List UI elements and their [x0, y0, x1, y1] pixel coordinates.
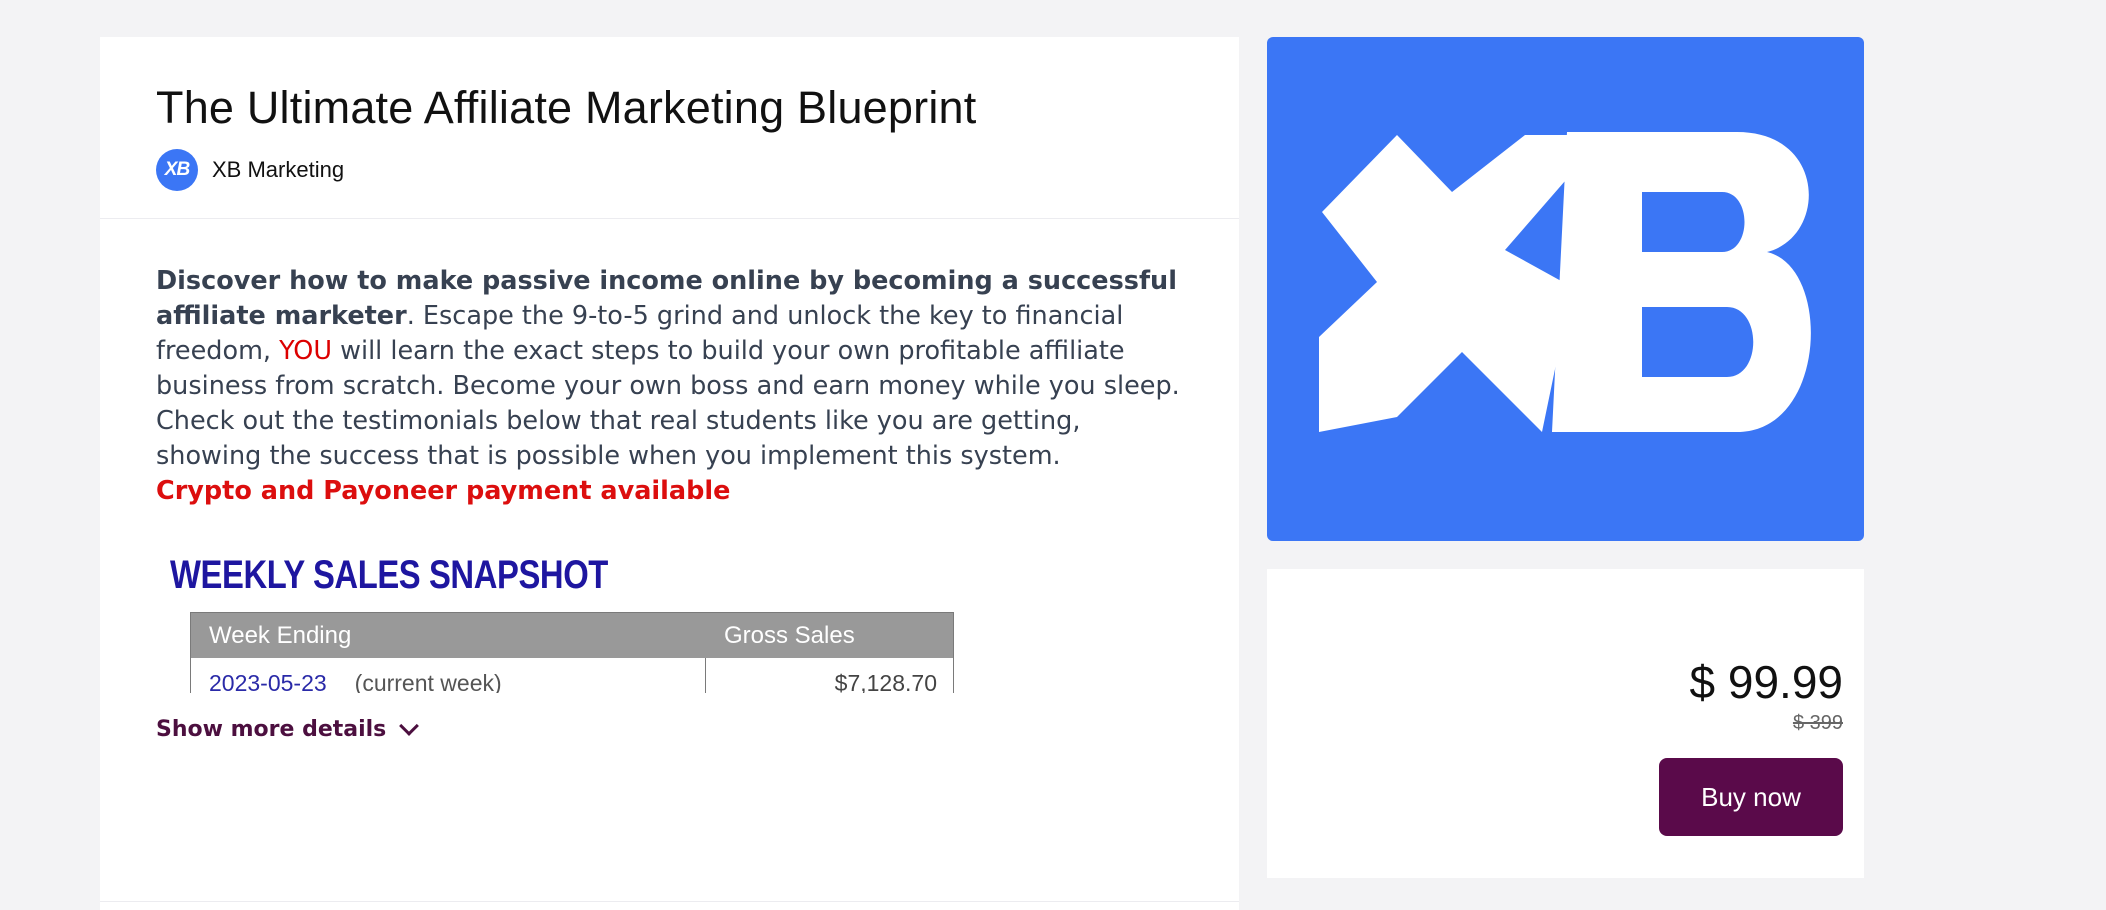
xb-logo-icon	[1319, 132, 1811, 432]
product-description: Discover how to make passive income onli…	[100, 219, 1239, 742]
current-price: $ 99.99	[1689, 656, 1843, 708]
description-text: Discover how to make passive income onli…	[156, 264, 1186, 474]
pricing-card: $ 99.99 $ 399 Buy now	[1267, 569, 1864, 878]
product-cover-image	[1267, 37, 1864, 541]
snapshot-table-row: 2023-05-23 (current week) $7,128.70	[191, 658, 953, 693]
description-you: YOU	[279, 336, 333, 366]
chevron-down-icon	[399, 715, 420, 736]
show-more-details-button[interactable]: Show more details	[156, 715, 420, 742]
snapshot-table: Week Ending Gross Sales 2023-05-23 (curr…	[190, 612, 954, 693]
divider	[100, 901, 1239, 902]
snapshot-row-note: (current week)	[354, 669, 502, 694]
buy-now-button[interactable]: Buy now	[1659, 758, 1843, 836]
sales-snapshot-image: WEEKLY SALES SNAPSHOT Week Ending Gross …	[170, 553, 970, 693]
product-details-card: The Ultimate Affiliate Marketing Bluepri…	[100, 37, 1239, 910]
snapshot-col-week: Week Ending	[209, 621, 352, 649]
original-price: $ 399	[1792, 712, 1843, 734]
snapshot-row-sales: $7,128.70	[834, 669, 937, 694]
product-header: The Ultimate Affiliate Marketing Bluepri…	[100, 37, 1239, 219]
snapshot-col-sales: Gross Sales	[724, 621, 855, 649]
seller-name: XB Marketing	[212, 157, 345, 182]
snapshot-table-header: Week Ending Gross Sales	[191, 613, 953, 658]
payment-note: Crypto and Payoneer payment available	[156, 476, 731, 506]
seller-avatar: XB	[156, 149, 198, 191]
product-title: The Ultimate Affiliate Marketing Bluepri…	[156, 82, 977, 133]
snapshot-row-date: 2023-05-23	[209, 669, 327, 694]
show-more-label: Show more details	[156, 717, 387, 742]
seller-link[interactable]: XB XB Marketing	[156, 149, 1183, 191]
snapshot-row-week: 2023-05-23 (current week)	[191, 658, 706, 693]
snapshot-title: WEEKLY SALES SNAPSHOT	[170, 553, 608, 597]
